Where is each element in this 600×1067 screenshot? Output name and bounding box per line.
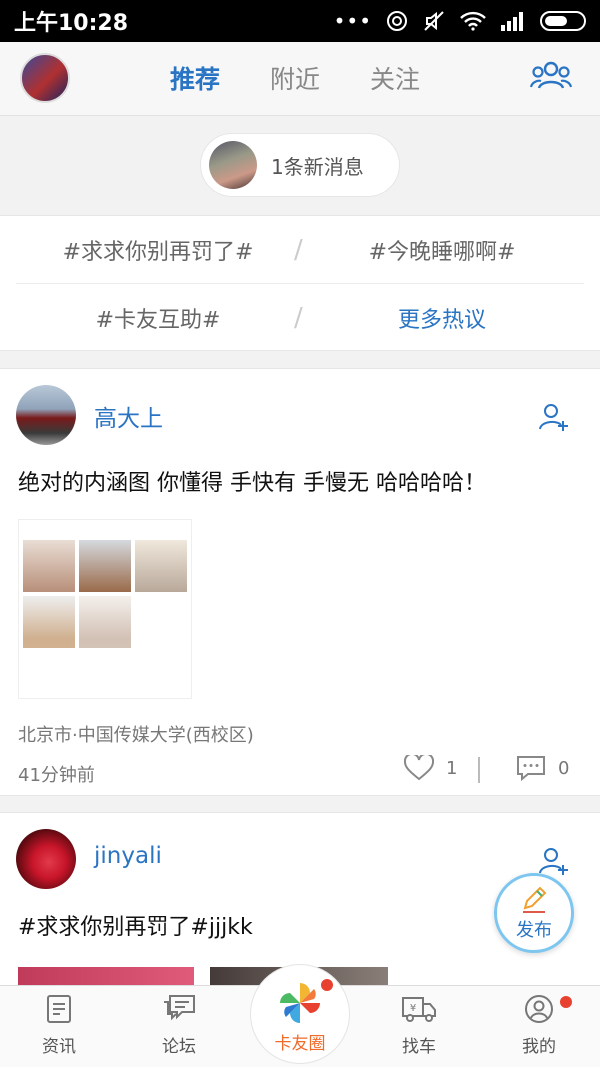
hot-topics-row: #求求你别再罚了# / #今晚睡哪啊# [16, 216, 584, 284]
tab-nearby[interactable]: 附近 [270, 60, 320, 96]
nav-label: 卡友圈 [274, 1034, 326, 1054]
post-author-avatar[interactable] [16, 829, 76, 889]
new-message-button[interactable]: 1条新消息 [200, 133, 400, 197]
publish-button[interactable]: 发布 [494, 873, 574, 953]
topic-link[interactable]: #求求你别再罚了# [16, 234, 300, 266]
photo-thumb [23, 540, 75, 592]
tab-following[interactable]: 关注 [370, 60, 420, 96]
notification-dot [560, 996, 572, 1008]
nav-label: 论坛 [162, 1037, 196, 1057]
topic-link[interactable]: #卡友互助# [16, 302, 300, 334]
status-time: 上午10:28 [14, 11, 129, 36]
more-topics-link[interactable]: 更多热议 [300, 302, 584, 334]
hot-topics: #求求你别再罚了# / #今晚睡哪啊# #卡友互助# / 更多热议 [0, 215, 600, 351]
top-nav: 推荐 附近 关注 [0, 42, 600, 116]
tab-recommended[interactable]: 推荐 [170, 60, 220, 96]
photo-thumb [79, 540, 131, 592]
friends-icon[interactable] [530, 58, 572, 98]
like-button[interactable]: 1 [404, 755, 457, 781]
nav-news[interactable]: 资讯 [14, 994, 104, 1057]
post-location: 北京市·中国传媒大学(西校区) [18, 725, 254, 746]
user-avatar[interactable] [20, 53, 70, 103]
nav-trucker-circle[interactable]: 卡友圈 [250, 964, 350, 1064]
nav-label: 资讯 [42, 1037, 76, 1057]
post-time: 41分钟前 [18, 765, 95, 786]
post-author-name[interactable]: 高大上 [94, 399, 163, 433]
image-grid [23, 540, 191, 648]
image-fade [19, 638, 191, 698]
pencil-icon [523, 886, 547, 913]
new-message-text: 1条新消息 [271, 154, 364, 179]
comment-button[interactable]: 0 [516, 755, 569, 781]
more-dots-icon: ••• [333, 9, 372, 33]
hot-topics-row: #卡友互助# / 更多热议 [16, 284, 584, 352]
post-text: 绝对的内涵图 你懂得 手快有 手慢无 哈哈哈哈！ [18, 471, 486, 496]
post-text: #求求你别再罚了#jjjkk [18, 915, 253, 940]
notification-dot [321, 979, 333, 991]
action-divider [478, 757, 480, 783]
feed-tabs: 推荐 附近 关注 [170, 60, 420, 96]
follow-user-icon[interactable] [538, 845, 570, 877]
post-author-name[interactable]: jinyali [94, 843, 162, 869]
nav-label: 找车 [402, 1037, 436, 1057]
feed-post: 高大上 绝对的内涵图 你懂得 手快有 手慢无 哈哈哈哈！ 北京市·中国传媒大学(… [0, 368, 600, 796]
hotspot-icon [387, 11, 407, 31]
post-image[interactable] [18, 519, 192, 699]
battery-icon [540, 11, 586, 31]
comment-icon [517, 756, 545, 781]
forum-icon [164, 995, 195, 1021]
comment-count: 0 [558, 757, 570, 779]
message-sender-avatar [209, 141, 257, 189]
svg-text:¥: ¥ [410, 1003, 416, 1014]
truck-icon: ¥ [402, 997, 436, 1022]
nav-label: 我的 [522, 1037, 556, 1057]
follow-user-icon[interactable] [538, 401, 570, 433]
photo-thumb [135, 540, 187, 592]
status-bar: 上午10:28 ••• [0, 0, 600, 42]
status-icons: ••• [334, 9, 586, 33]
profile-icon [525, 995, 553, 1023]
topic-separator: / [294, 234, 303, 265]
pinwheel-icon [280, 983, 320, 1023]
like-count: 1 [446, 757, 458, 779]
bottom-nav: 资讯 论坛 卡友圈 ¥ 找车 我的 [0, 964, 600, 1067]
nav-forum[interactable]: 论坛 [134, 994, 224, 1057]
news-icon [47, 995, 71, 1023]
wifi-icon [460, 11, 486, 31]
topic-link[interactable]: #今晚睡哪啊# [300, 234, 584, 266]
nav-find-vehicle[interactable]: ¥ 找车 [374, 994, 464, 1057]
mute-icon [424, 11, 444, 31]
signal-icon [501, 12, 523, 31]
post-author-avatar[interactable] [16, 385, 76, 445]
nav-profile[interactable]: 我的 [494, 994, 584, 1057]
topic-separator: / [294, 303, 303, 333]
publish-label: 发布 [516, 920, 552, 941]
heart-icon [404, 755, 434, 781]
